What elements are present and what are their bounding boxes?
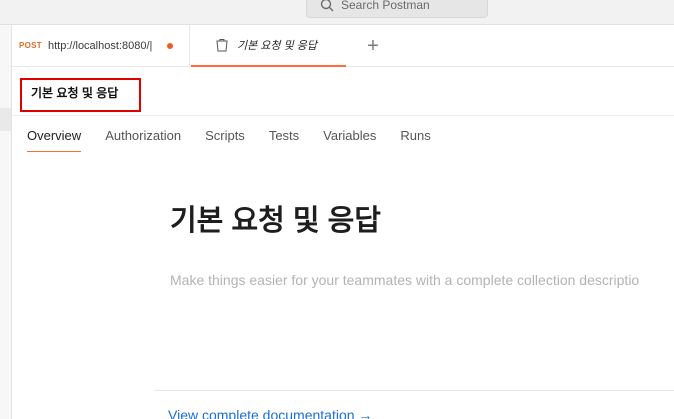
search-icon xyxy=(320,0,334,12)
tab-bar: POST http://localhost:8080/| 기본 요청 및 응답 … xyxy=(12,25,674,67)
sidebar-collapsed xyxy=(0,25,12,419)
collection-icon xyxy=(216,39,228,52)
tab-variables[interactable]: Variables xyxy=(323,128,376,152)
documentation-link[interactable]: View complete documentation → xyxy=(168,407,372,419)
collection-header: 기본 요청 및 응답 xyxy=(12,67,674,116)
collection-subtabs: Overview Authorization Scripts Tests Var… xyxy=(27,128,455,152)
unsaved-indicator xyxy=(166,42,173,49)
description-input[interactable]: Make things easier for your teammates wi… xyxy=(170,272,639,288)
tab-collection[interactable]: 기본 요청 및 응답 xyxy=(191,25,346,67)
request-url: http://localhost:8080/| xyxy=(47,39,153,52)
tab-authorization[interactable]: Authorization xyxy=(105,128,181,152)
search-placeholder: Search Postman xyxy=(341,0,430,12)
sidebar-selected-item[interactable] xyxy=(0,108,11,131)
top-bar: Search Postman xyxy=(0,0,674,25)
overview-title[interactable]: 기본 요청 및 응답 xyxy=(170,197,381,239)
tab-collection-label: 기본 요청 및 응답 xyxy=(237,40,318,52)
tab-runs[interactable]: Runs xyxy=(400,128,430,152)
collection-title[interactable]: 기본 요청 및 응답 xyxy=(20,78,141,112)
search-input[interactable]: Search Postman xyxy=(306,0,488,18)
tab-scripts[interactable]: Scripts xyxy=(205,128,245,152)
tab-request[interactable]: POST http://localhost:8080/| xyxy=(12,25,190,66)
request-method-badge: POST xyxy=(19,41,42,50)
tab-overview[interactable]: Overview xyxy=(27,128,82,152)
divider xyxy=(155,390,674,391)
tab-tests[interactable]: Tests xyxy=(269,128,299,152)
new-tab-button[interactable]: + xyxy=(362,35,384,57)
postman-window: Search Postman POST http://localhost:808… xyxy=(0,0,674,419)
